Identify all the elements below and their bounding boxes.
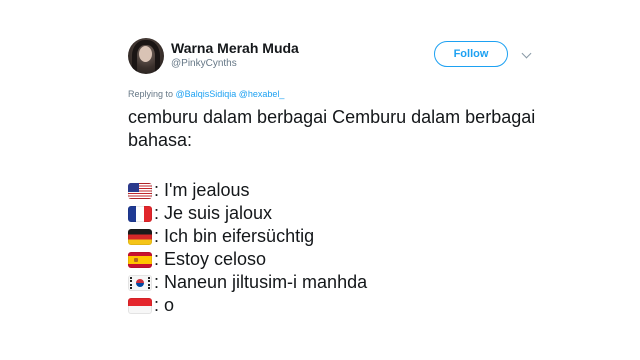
list-item: : Je suis jaloux: [128, 202, 367, 225]
tweet-text: cemburu dalam berbagai Cemburu dalam ber…: [128, 107, 536, 150]
france-flag-icon: [128, 205, 152, 222]
indonesia-flag-icon: [128, 297, 152, 314]
list-item: : Ich bin eifersüchtig: [128, 225, 367, 248]
avatar-face: [139, 46, 152, 62]
translation-list: : I'm jealous : Je suis jaloux : Ich bin…: [128, 179, 367, 317]
author-handle[interactable]: @PinkyCynths: [171, 58, 237, 69]
translation-text: : I'm jealous: [154, 180, 250, 200]
translation-text: : o: [154, 295, 175, 315]
mention-link[interactable]: @BalqisSidiqia: [176, 89, 237, 99]
translation-text: : Ich bin eifersüchtig: [154, 226, 315, 246]
us-flag-icon: [128, 182, 152, 199]
translation-text: : Naneun jiltusim-i manhda: [154, 272, 368, 292]
avatar[interactable]: [128, 38, 164, 74]
author-display-name[interactable]: Warna Merah Muda: [171, 40, 299, 56]
list-item: : Estoy celoso: [128, 248, 367, 271]
list-item: : Naneun jiltusim-i manhda: [128, 271, 367, 294]
list-item: : o: [128, 294, 367, 317]
mention-link[interactable]: @hexabel_: [239, 89, 285, 99]
chevron-down-icon[interactable]: [521, 48, 532, 59]
germany-flag-icon: [128, 228, 152, 245]
south-korea-flag-icon: [128, 274, 152, 291]
follow-button[interactable]: Follow: [434, 41, 508, 67]
tweet-card: Warna Merah Muda @PinkyCynths Follow Rep…: [0, 0, 640, 360]
replying-prefix: Replying to: [128, 89, 174, 99]
spain-flag-icon: [128, 251, 152, 268]
list-item: : I'm jealous: [128, 179, 367, 202]
translation-text: : Je suis jaloux: [154, 203, 273, 223]
replying-to: Replying to @BalqisSidiqia @hexabel_: [128, 89, 284, 99]
translation-text: : Estoy celoso: [154, 249, 267, 269]
